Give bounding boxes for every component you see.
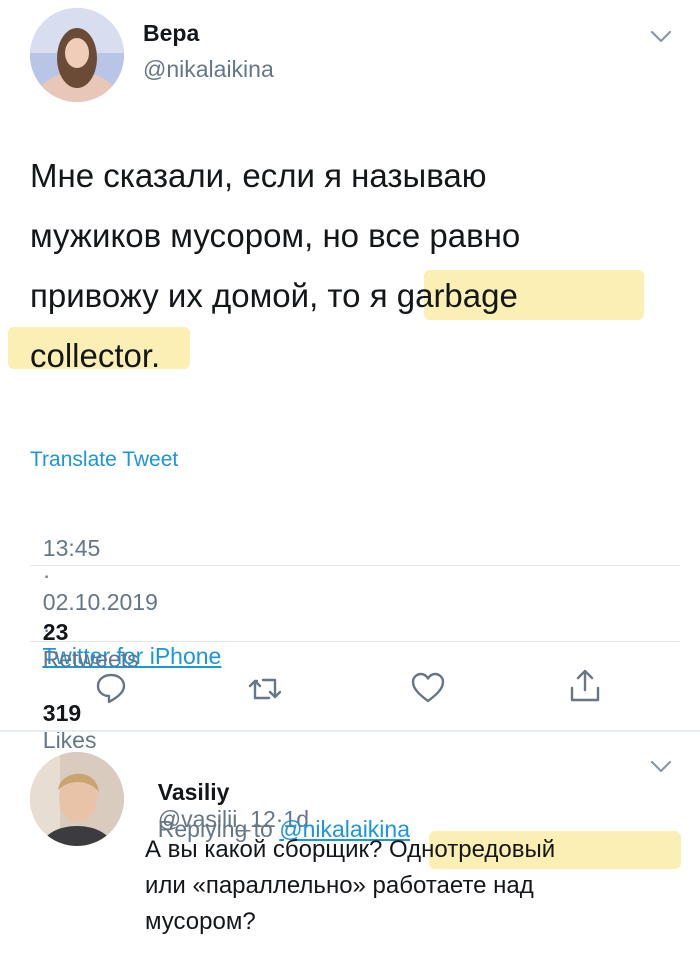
divider bbox=[30, 641, 680, 642]
reply-text-line: А вы какой сборщик? Однотредовый bbox=[145, 832, 555, 868]
tweet-text: Мне сказали, если я называю мужиков мусо… bbox=[30, 146, 520, 386]
reply-icon[interactable] bbox=[94, 671, 128, 705]
reply-text-line: мусором? bbox=[145, 908, 256, 935]
divider bbox=[30, 565, 680, 566]
tweet-text-line: мужиков мусором, но все равно bbox=[30, 217, 521, 254]
translate-tweet-link[interactable]: Translate Tweet bbox=[30, 448, 178, 472]
tweet-text-segment: привожу их домой, то bbox=[30, 277, 370, 314]
likes-count[interactable]: 319 bbox=[43, 700, 81, 726]
highlighted-text: Однотредовый bbox=[389, 836, 556, 863]
divider bbox=[0, 730, 700, 732]
author-handle[interactable]: @nikalaikina bbox=[143, 56, 274, 83]
share-icon[interactable] bbox=[568, 668, 602, 704]
like-icon[interactable] bbox=[410, 672, 446, 704]
retweet-icon[interactable] bbox=[248, 673, 284, 705]
reply-text-line: или «параллельно» работаете над bbox=[145, 872, 534, 899]
reply-text-segment: А вы какой сборщик? bbox=[145, 836, 390, 863]
author-name[interactable]: Вера bbox=[143, 20, 199, 47]
tweet-text-line: привожу их домой, то я garbage bbox=[30, 266, 520, 326]
retweets-label[interactable]: Retweets bbox=[43, 646, 139, 672]
highlighted-text: я garbage bbox=[369, 277, 518, 314]
reply-text: А вы какой сборщик? Однотредовый или «па… bbox=[145, 832, 555, 940]
reply-avatar[interactable] bbox=[30, 752, 124, 846]
highlighted-text: collector. bbox=[30, 337, 161, 374]
chevron-down-icon[interactable] bbox=[650, 30, 672, 44]
tweet-text-line: Мне сказали, если я называю bbox=[30, 157, 487, 194]
tweet-time: 13:45 bbox=[42, 535, 101, 561]
reply-chevron-down-icon[interactable] bbox=[650, 760, 672, 774]
avatar[interactable] bbox=[30, 8, 124, 102]
